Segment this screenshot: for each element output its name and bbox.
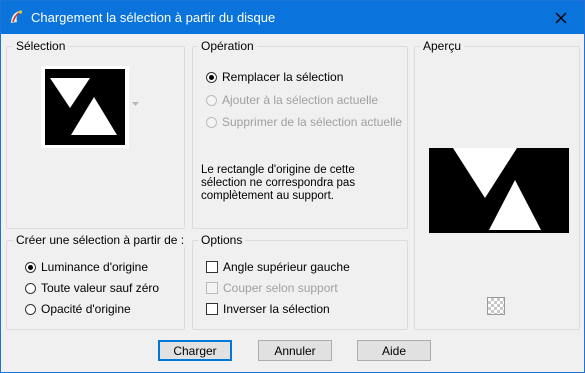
- radio-button[interactable]: [206, 71, 217, 83]
- radio-button[interactable]: [25, 282, 36, 294]
- operation-note-line: sélection ne correspondra pas: [201, 177, 356, 189]
- selection-group-label: Sélection: [13, 39, 69, 53]
- close-icon: [555, 12, 567, 23]
- checkbox-top-left-corner[interactable]: Angle supérieur gauche: [206, 260, 350, 274]
- radio-any-nonzero[interactable]: Toute valeur sauf zéro: [25, 281, 159, 295]
- radio-add-selection[interactable]: Ajouter à la sélection actuelle: [206, 93, 378, 107]
- dialog-window: Chargement la sélection à partir du disq…: [0, 0, 585, 373]
- help-button[interactable]: Aide: [357, 340, 431, 361]
- checkbox-crop-to-canvas[interactable]: Couper selon support: [206, 281, 338, 295]
- radio-label: Supprimer de la sélection actuelle: [222, 115, 403, 129]
- create-from-group-label: Créer une sélection à partir de :: [13, 233, 188, 247]
- radio-original-opacity[interactable]: Opacité d'origine: [25, 302, 131, 316]
- checkerboard-icon[interactable]: [487, 297, 505, 315]
- radio-remove-selection[interactable]: Supprimer de la sélection actuelle: [206, 115, 402, 129]
- radio-button[interactable]: [206, 94, 217, 106]
- selection-thumbnail-picker[interactable]: [41, 66, 129, 148]
- radio-label: Ajouter à la sélection actuelle: [222, 93, 379, 107]
- radio-original-luminance[interactable]: Luminance d'origine: [25, 260, 148, 274]
- radio-button[interactable]: [25, 303, 36, 315]
- preview-group-label: Aperçu: [420, 39, 465, 53]
- cancel-button[interactable]: Annuler: [258, 340, 332, 361]
- chevron-down-icon[interactable]: [132, 102, 139, 106]
- operation-note-line: Le rectangle d'origine de cette: [201, 164, 355, 176]
- operation-note-line: complètement au support.: [201, 190, 334, 202]
- title-bar: Chargement la sélection à partir du disq…: [1, 1, 584, 34]
- radio-label: Opacité d'origine: [41, 302, 131, 316]
- checkbox-label: Angle supérieur gauche: [223, 260, 350, 274]
- checkbox-label: Couper selon support: [223, 281, 338, 295]
- preview-graphic: [429, 148, 569, 233]
- radio-replace-selection[interactable]: Remplacer la sélection: [206, 70, 343, 84]
- radio-label: Remplacer la sélection: [222, 70, 344, 84]
- radio-button[interactable]: [25, 261, 36, 273]
- selection-thumbnail: [45, 69, 125, 145]
- preview-image: [429, 148, 569, 233]
- window-title: Chargement la sélection à partir du disq…: [31, 10, 276, 25]
- checkbox[interactable]: [206, 282, 218, 294]
- checkbox-invert-selection[interactable]: Inverser la sélection: [206, 302, 330, 316]
- checkbox-label: Inverser la sélection: [223, 302, 330, 316]
- radio-label: Luminance d'origine: [41, 260, 149, 274]
- radio-button[interactable]: [206, 116, 217, 128]
- operation-group-label: Opération: [198, 39, 257, 53]
- app-icon: [11, 10, 23, 23]
- load-button[interactable]: Charger: [158, 340, 232, 361]
- checkbox[interactable]: [206, 303, 218, 315]
- radio-label: Toute valeur sauf zéro: [41, 281, 160, 295]
- options-group-label: Options: [198, 233, 246, 247]
- checkbox[interactable]: [206, 261, 218, 273]
- close-button[interactable]: [538, 1, 584, 34]
